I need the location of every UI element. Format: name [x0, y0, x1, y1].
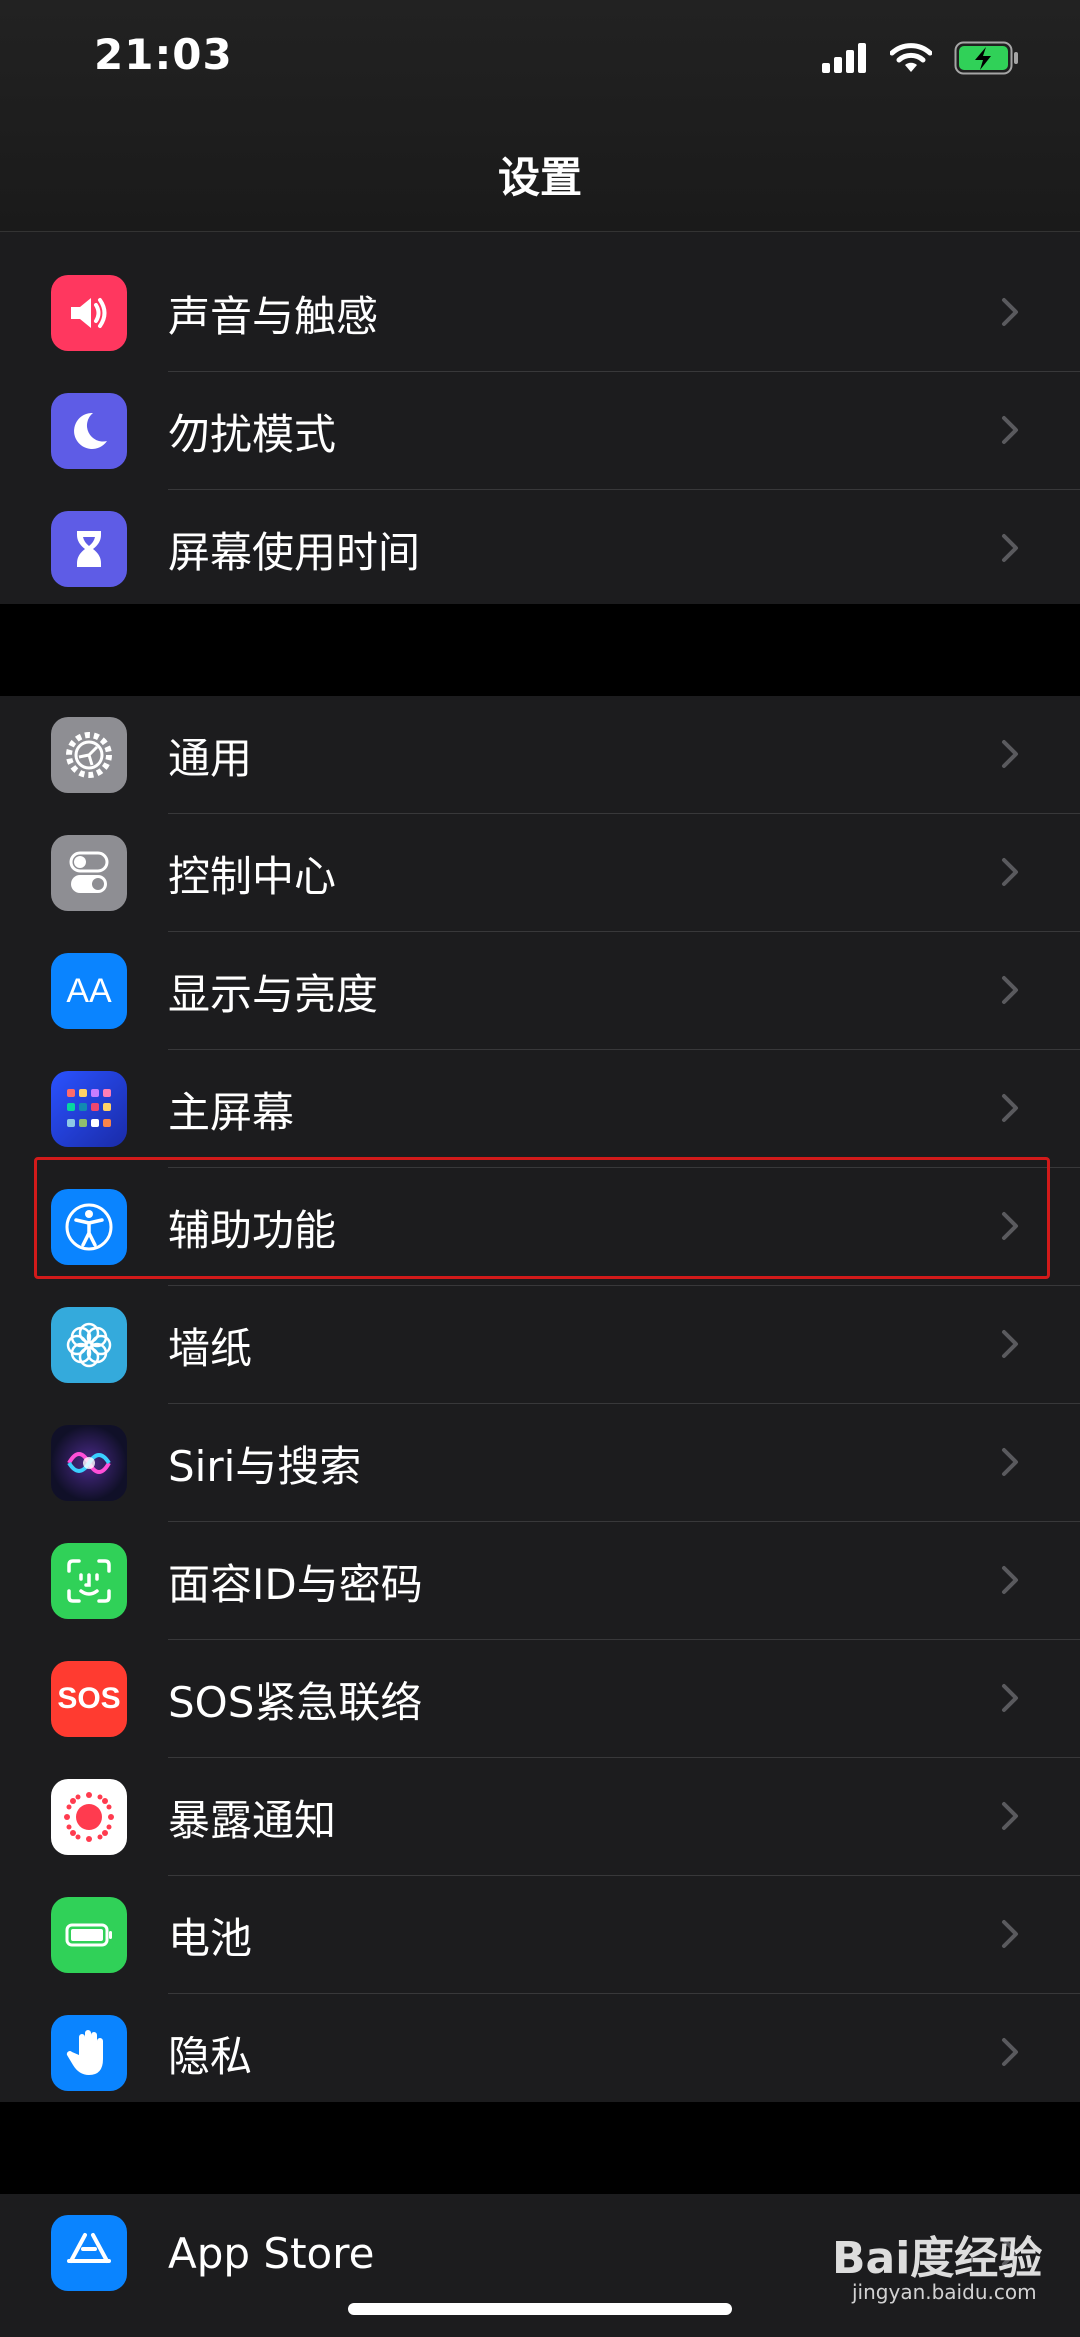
- row-label: 勿扰模式: [168, 409, 337, 459]
- row-battery[interactable]: 电池: [0, 1876, 1080, 1994]
- row-label: Siri与搜索: [168, 1441, 362, 1491]
- chevron-right-icon: [1002, 1448, 1018, 1476]
- row-label: 暴露通知: [168, 1795, 337, 1845]
- status-icons: [822, 38, 1020, 78]
- row-privacy[interactable]: 隐私: [0, 1994, 1080, 2112]
- gear-icon: [51, 717, 127, 793]
- battery-icon: [51, 1897, 127, 1973]
- chevron-right-icon: [1002, 858, 1018, 886]
- row-label: 电池: [168, 1913, 253, 1963]
- hand-icon: [51, 2015, 127, 2091]
- app-store-icon: [51, 2215, 127, 2291]
- row-label: 显示与亮度: [168, 969, 379, 1019]
- speaker-icon: [51, 275, 127, 351]
- row-exposure-notifications[interactable]: 暴露通知: [0, 1758, 1080, 1876]
- row-label: App Store: [168, 2228, 375, 2278]
- siri-icon: [51, 1425, 127, 1501]
- exposure-icon: [51, 1779, 127, 1855]
- chevron-right-icon: [1002, 1566, 1018, 1594]
- sos-icon: SOS: [51, 1661, 127, 1737]
- chevron-right-icon: [1002, 298, 1018, 326]
- chevron-right-icon: [1002, 1212, 1018, 1240]
- hourglass-icon: [51, 511, 127, 587]
- row-label: 墙纸: [168, 1323, 253, 1373]
- chevron-right-icon: [1002, 1802, 1018, 1830]
- home-indicator[interactable]: [348, 2303, 732, 2315]
- battery-charging-icon: [954, 41, 1018, 75]
- chevron-right-icon: [1002, 976, 1018, 1004]
- row-label: 面容ID与密码: [168, 1559, 423, 1609]
- chevron-right-icon: [1002, 740, 1018, 768]
- row-general[interactable]: 通用: [0, 696, 1080, 814]
- row-label: 通用: [168, 733, 253, 783]
- row-label: 隐私: [168, 2031, 253, 2081]
- chevron-right-icon: [1002, 1330, 1018, 1358]
- row-control-center[interactable]: 控制中心: [0, 814, 1080, 932]
- row-wallpaper[interactable]: 墙纸: [0, 1286, 1080, 1404]
- status-bar: 21:03: [0, 0, 1080, 130]
- page-title: 设置: [497, 153, 582, 202]
- row-home-screen[interactable]: 主屏幕: [0, 1050, 1080, 1168]
- status-time: 21:03: [94, 30, 233, 79]
- chevron-right-icon: [1002, 1920, 1018, 1948]
- row-emergency-sos[interactable]: SOS SOS紧急联络: [0, 1640, 1080, 1758]
- row-display-brightness[interactable]: AA 显示与亮度: [0, 932, 1080, 1050]
- row-siri-search[interactable]: Siri与搜索: [0, 1404, 1080, 1522]
- cellular-signal-icon: [822, 43, 866, 73]
- accessibility-icon: [51, 1189, 127, 1265]
- row-label: 屏幕使用时间: [168, 527, 421, 577]
- moon-icon: [51, 393, 127, 469]
- toggles-icon: [51, 835, 127, 911]
- wifi-icon: [890, 43, 932, 72]
- row-accessibility[interactable]: 辅助功能: [0, 1168, 1080, 1286]
- chevron-right-icon: [1002, 534, 1018, 562]
- row-label: 声音与触感: [168, 291, 379, 341]
- row-sounds[interactable]: 声音与触感: [0, 254, 1080, 372]
- chevron-right-icon: [1002, 1094, 1018, 1122]
- row-face-id[interactable]: 面容ID与密码: [0, 1522, 1080, 1640]
- watermark: Bai度经验 jingyan.baidu.com: [832, 2233, 1043, 2304]
- chevron-right-icon: [1002, 1684, 1018, 1712]
- row-label: 控制中心: [168, 851, 337, 901]
- row-label: SOS紧急联络: [168, 1677, 423, 1727]
- home-grid-icon: [51, 1071, 127, 1147]
- row-do-not-disturb[interactable]: 勿扰模式: [0, 372, 1080, 490]
- settings-group-1: 声音与触感 勿扰模式 屏幕使用时间: [0, 232, 1080, 604]
- row-screen-time[interactable]: 屏幕使用时间: [0, 490, 1080, 608]
- flower-icon: [51, 1307, 127, 1383]
- chevron-right-icon: [1002, 2038, 1018, 2066]
- settings-group-2: 通用 控制中心 AA 显示与亮度 主屏幕 辅助功能 墙纸 Siri与搜索 面容I…: [0, 696, 1080, 2102]
- row-label: 主屏幕: [168, 1087, 295, 1137]
- text-size-icon: AA: [51, 953, 127, 1029]
- face-id-icon: [51, 1543, 127, 1619]
- chevron-right-icon: [1002, 416, 1018, 444]
- row-label: 辅助功能: [168, 1205, 337, 1255]
